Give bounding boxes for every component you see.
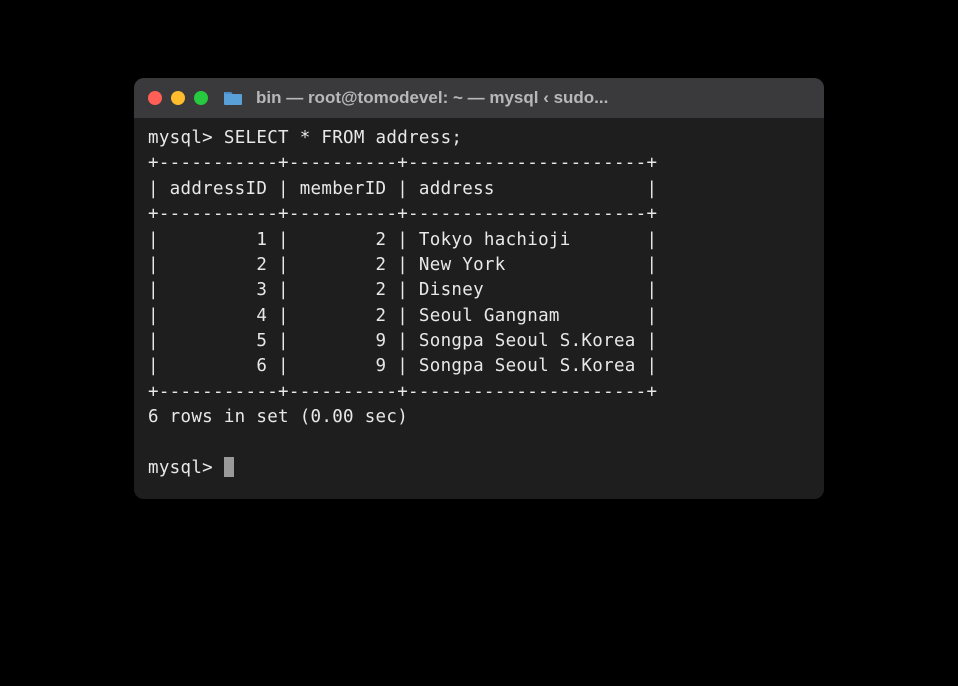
table-header: | addressID | memberID | address | [148, 179, 657, 199]
table-border-mid: +-----------+----------+----------------… [148, 204, 657, 224]
table-row: | 1 | 2 | Tokyo hachioji | [148, 230, 657, 250]
terminal-output: mysql> SELECT * FROM address; +---------… [148, 126, 810, 481]
cursor-icon [224, 457, 234, 477]
terminal-window: bin — root@tomodevel: ~ — mysql ‹ sudo..… [134, 78, 824, 499]
table-row: | 6 | 9 | Songpa Seoul S.Korea | [148, 356, 657, 376]
table-row: | 2 | 2 | New York | [148, 255, 657, 275]
prompt: mysql> [148, 128, 213, 148]
sql-query: SELECT * FROM address; [224, 128, 462, 148]
close-icon[interactable] [148, 91, 162, 105]
maximize-icon[interactable] [194, 91, 208, 105]
table-border-top: +-----------+----------+----------------… [148, 153, 657, 173]
table-border-bottom: +-----------+----------+----------------… [148, 382, 657, 402]
table-row: | 4 | 2 | Seoul Gangnam | [148, 306, 657, 326]
title-bar: bin — root@tomodevel: ~ — mysql ‹ sudo..… [134, 78, 824, 118]
folder-icon [223, 90, 243, 106]
table-row: | 5 | 9 | Songpa Seoul S.Korea | [148, 331, 657, 351]
prompt: mysql> [148, 458, 213, 478]
window-title: bin — root@tomodevel: ~ — mysql ‹ sudo..… [256, 88, 608, 108]
terminal-body[interactable]: mysql> SELECT * FROM address; +---------… [134, 118, 824, 499]
result-footer: 6 rows in set (0.00 sec) [148, 407, 408, 427]
table-row: | 3 | 2 | Disney | [148, 280, 657, 300]
minimize-icon[interactable] [171, 91, 185, 105]
